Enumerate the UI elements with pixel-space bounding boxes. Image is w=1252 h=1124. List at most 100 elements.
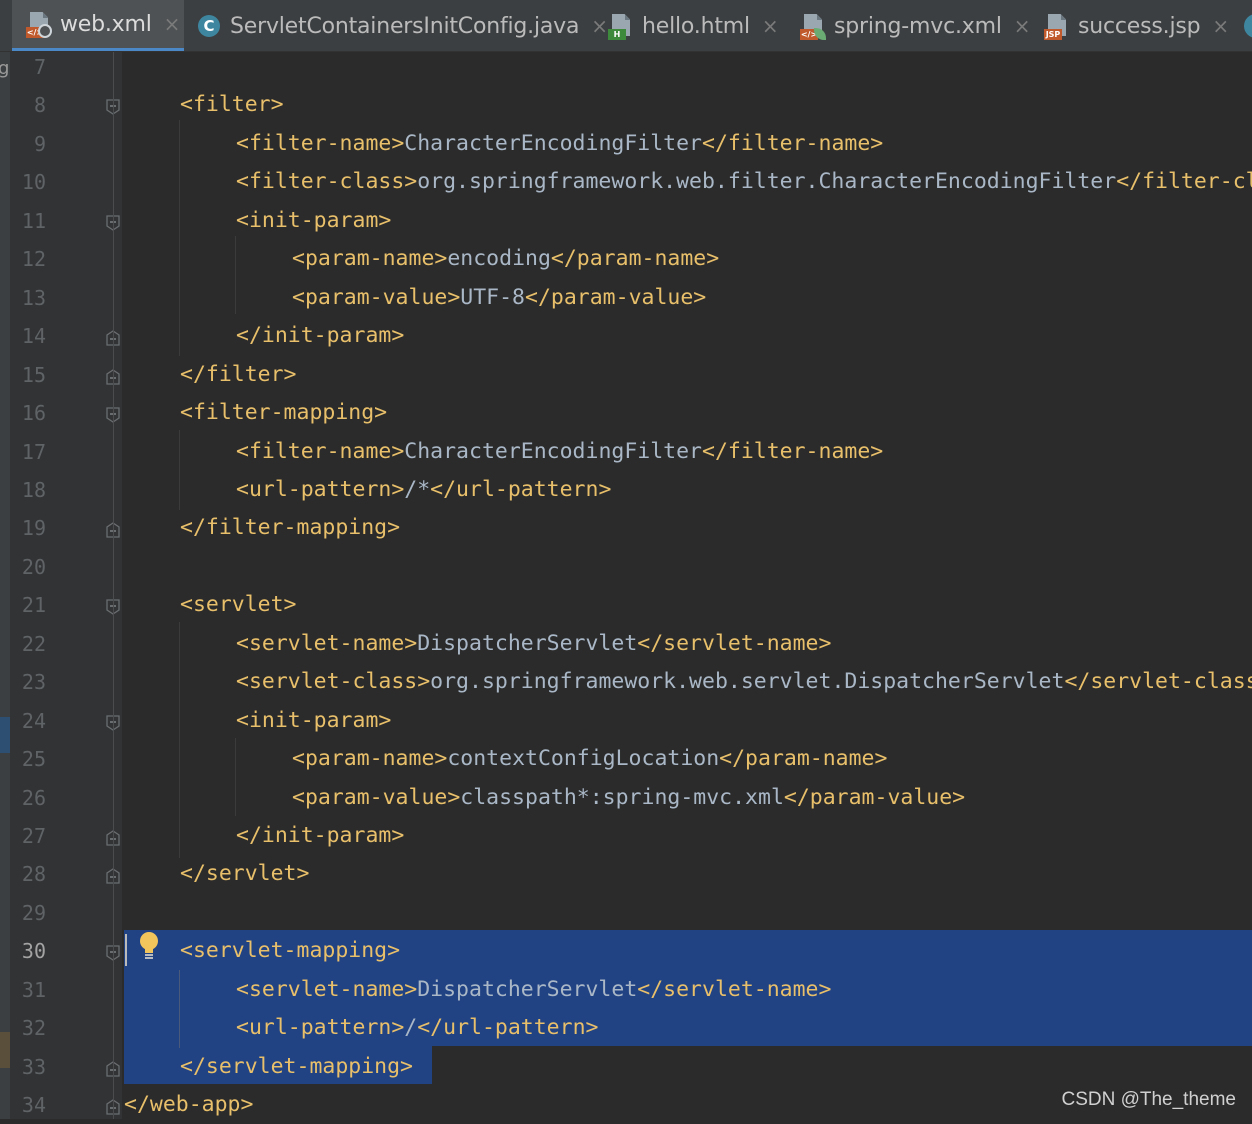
line-number: 27 bbox=[21, 824, 46, 848]
editor-tab-bar: </> web.xml × C ServletContainersInitCon… bbox=[0, 0, 1252, 52]
fold-guide-line bbox=[113, 52, 114, 1119]
line-number: 8 bbox=[33, 93, 46, 118]
line-number: 16 bbox=[21, 401, 46, 426]
line-number: 13 bbox=[21, 285, 46, 310]
line-number-gutter[interactable]: 7 8 9 10 11 12 13 14 15 16 17 18 19 20 21 22 23 24 25 26 27 2… bbox=[10, 52, 122, 1119]
close-tab-icon[interactable]: × bbox=[762, 14, 779, 38]
xml-tag: <param-name> bbox=[292, 746, 448, 772]
xml-tag: </web-app> bbox=[124, 1092, 254, 1118]
xml-tag: </param-value> bbox=[783, 784, 966, 810]
code-editor[interactable]: <filter> <filter-name>CharacterEncodingFi… bbox=[122, 52, 1252, 1119]
code-line: </web-app> bbox=[124, 1086, 253, 1119]
xml-text: DispatcherServlet bbox=[417, 976, 638, 1002]
close-tab-icon[interactable]: × bbox=[164, 12, 181, 36]
xml-tag: <servlet-name> bbox=[236, 976, 418, 1002]
indent-guide bbox=[179, 622, 180, 858]
strip-marker bbox=[0, 717, 10, 753]
line-number: 19 bbox=[21, 516, 46, 541]
code-line: <filter-class>org.springframework.web.fi… bbox=[236, 163, 1252, 201]
xml-text: org.springframework.web.servlet.Dispatch… bbox=[430, 669, 1065, 695]
xml-tag: </servlet-class> bbox=[1064, 669, 1252, 695]
line-number: 29 bbox=[21, 900, 46, 925]
tab-label: hello.html bbox=[642, 13, 750, 39]
xml-tag: </filter-class> bbox=[1116, 169, 1252, 195]
xml-tag: <param-value> bbox=[292, 284, 461, 310]
xml-tag: </filter-name> bbox=[702, 130, 884, 156]
code-line: </servlet> bbox=[180, 855, 309, 893]
close-tab-icon[interactable]: × bbox=[1014, 14, 1031, 38]
line-number: 26 bbox=[21, 785, 46, 810]
java-class-icon: C bbox=[196, 12, 222, 40]
close-tab-icon[interactable]: × bbox=[1212, 14, 1229, 38]
xml-tag: </filter-mapping> bbox=[180, 515, 401, 541]
line-number: 34 bbox=[21, 1093, 46, 1118]
tab-label: web.xml bbox=[60, 11, 152, 37]
xml-text: CharacterEncodingFilter bbox=[404, 130, 702, 156]
xml-tag: </init-param> bbox=[236, 323, 405, 349]
code-line: <servlet> bbox=[180, 586, 297, 624]
line-number: 24 bbox=[21, 708, 46, 733]
tab-hello-html[interactable]: H hello.html × bbox=[608, 0, 788, 51]
xml-file-icon: </> bbox=[26, 10, 52, 38]
line-number: 10 bbox=[21, 170, 46, 195]
xml-tag: </url-pattern> bbox=[417, 1015, 599, 1041]
xml-tag: </servlet-name> bbox=[637, 630, 832, 656]
line-number: 32 bbox=[21, 1016, 46, 1041]
code-line: <url-pattern>/</url-pattern> bbox=[236, 1009, 598, 1047]
xml-tag: <init-param> bbox=[236, 707, 392, 733]
xml-tag: </servlet-mapping> bbox=[180, 1053, 413, 1079]
code-line: </servlet-mapping> bbox=[180, 1048, 413, 1086]
line-number: 28 bbox=[21, 862, 46, 887]
code-line: <param-name>contextConfigLocation</param… bbox=[292, 740, 887, 778]
xml-tag: </filter-name> bbox=[702, 438, 884, 464]
strip-glyph: g bbox=[0, 58, 10, 79]
text-caret bbox=[125, 934, 127, 966]
code-line: </filter> bbox=[180, 356, 297, 394]
xml-tag: <servlet-mapping> bbox=[180, 938, 401, 964]
jsp-file-icon: JSP bbox=[1044, 12, 1070, 40]
xml-text: classpath*:spring-mvc.xml bbox=[460, 784, 784, 810]
tool-window-strip: g bbox=[0, 52, 10, 1119]
xml-text: / bbox=[404, 1015, 418, 1041]
xml-tag: <filter> bbox=[180, 92, 284, 118]
tab-web-xml[interactable]: </> web.xml × bbox=[12, 0, 184, 51]
code-line: <filter-name>CharacterEncodingFilter</fi… bbox=[236, 433, 883, 471]
java-class-icon[interactable] bbox=[1244, 14, 1252, 38]
xml-tag: </param-name> bbox=[550, 246, 720, 272]
xml-text: contextConfigLocation bbox=[447, 746, 720, 772]
xml-tag: <url-pattern> bbox=[236, 476, 405, 502]
xml-tag: </servlet> bbox=[180, 861, 310, 887]
line-number: 17 bbox=[21, 439, 46, 464]
code-line: <servlet-class>org.springframework.web.s… bbox=[236, 663, 1252, 701]
xml-tag: <param-name> bbox=[292, 246, 448, 272]
close-tab-icon[interactable]: × bbox=[591, 14, 608, 38]
code-line: <url-pattern>/*</url-pattern> bbox=[236, 471, 611, 509]
line-number: 12 bbox=[21, 247, 46, 272]
tab-label: ServletContainersInitConfig.java bbox=[230, 13, 580, 39]
xml-tag: <init-param> bbox=[236, 207, 392, 233]
xml-text: /* bbox=[404, 476, 431, 502]
xml-text: org.springframework.web.filter.Character… bbox=[417, 169, 1117, 195]
code-line: </init-param> bbox=[236, 317, 404, 355]
line-number: 30 bbox=[21, 939, 46, 964]
tab-servlet-containers-init-config[interactable]: C ServletContainersInitConfig.java × bbox=[196, 0, 608, 51]
code-line: <servlet-name>DispatcherServlet</servlet… bbox=[236, 625, 831, 663]
tab-success-jsp[interactable]: JSP success.jsp × bbox=[1044, 0, 1234, 51]
code-line: <filter-name>CharacterEncodingFilter</fi… bbox=[236, 125, 883, 163]
lightbulb-icon[interactable] bbox=[138, 931, 160, 961]
tab-spring-mvc-xml[interactable]: </> spring-mvc.xml × bbox=[800, 0, 1032, 51]
xml-tag: </param-value> bbox=[525, 284, 707, 310]
spring-xml-file-icon: </> bbox=[800, 12, 826, 40]
code-line: </init-param> bbox=[236, 817, 404, 855]
xml-tag: <filter-mapping> bbox=[180, 400, 388, 426]
xml-tag: </filter> bbox=[180, 361, 297, 387]
html-file-icon: H bbox=[608, 12, 634, 40]
code-line: <param-value>UTF-8</param-value> bbox=[292, 279, 706, 317]
code-line: </filter-mapping> bbox=[180, 509, 400, 547]
code-line: <init-param> bbox=[236, 702, 391, 740]
xml-tag: </param-name> bbox=[719, 746, 888, 772]
xml-tag: </init-param> bbox=[236, 823, 405, 848]
line-number: 9 bbox=[33, 131, 46, 156]
indent-guide bbox=[235, 738, 236, 816]
indent-guide bbox=[179, 430, 180, 510]
